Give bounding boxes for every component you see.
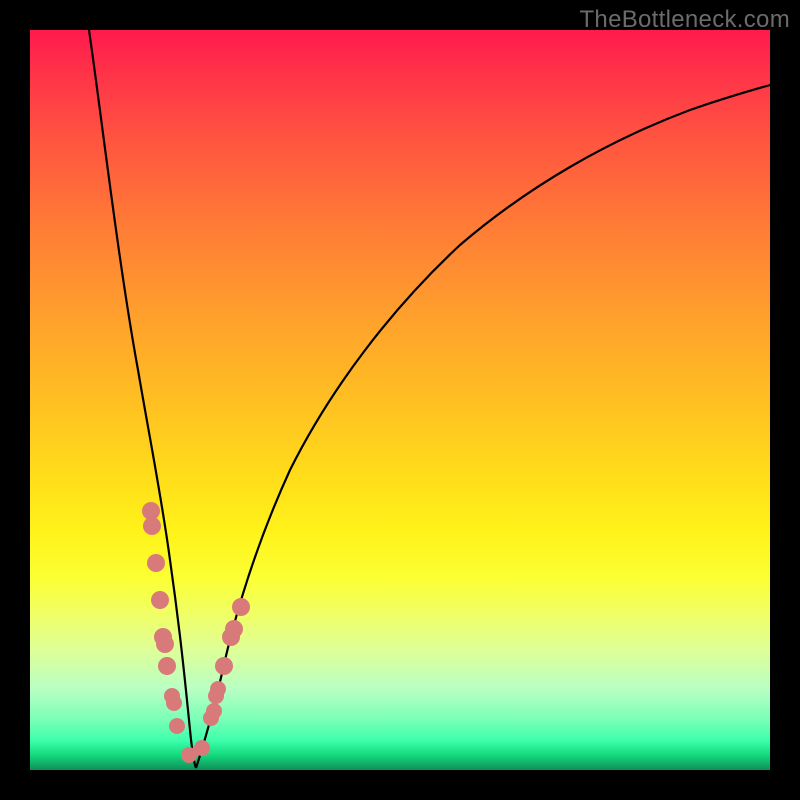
sample-dot bbox=[225, 620, 243, 638]
sample-dot bbox=[151, 591, 169, 609]
sample-dot bbox=[169, 718, 185, 734]
bottleneck-curve-right-path bbox=[196, 85, 770, 768]
sample-dot bbox=[210, 681, 226, 697]
sample-dot bbox=[156, 635, 174, 653]
sample-dot bbox=[206, 703, 222, 719]
sample-dot bbox=[194, 740, 210, 756]
sample-dot bbox=[215, 657, 233, 675]
sample-dot bbox=[158, 657, 176, 675]
plot-area bbox=[30, 30, 770, 770]
bottleneck-curve-left-path bbox=[89, 30, 196, 768]
sample-dot bbox=[143, 517, 161, 535]
sample-dot bbox=[232, 598, 250, 616]
sample-dot bbox=[147, 554, 165, 572]
curve-svg bbox=[30, 30, 770, 770]
watermark-text: TheBottleneck.com bbox=[579, 6, 790, 34]
outer-frame: TheBottleneck.com bbox=[0, 0, 800, 800]
sample-dot bbox=[166, 695, 182, 711]
